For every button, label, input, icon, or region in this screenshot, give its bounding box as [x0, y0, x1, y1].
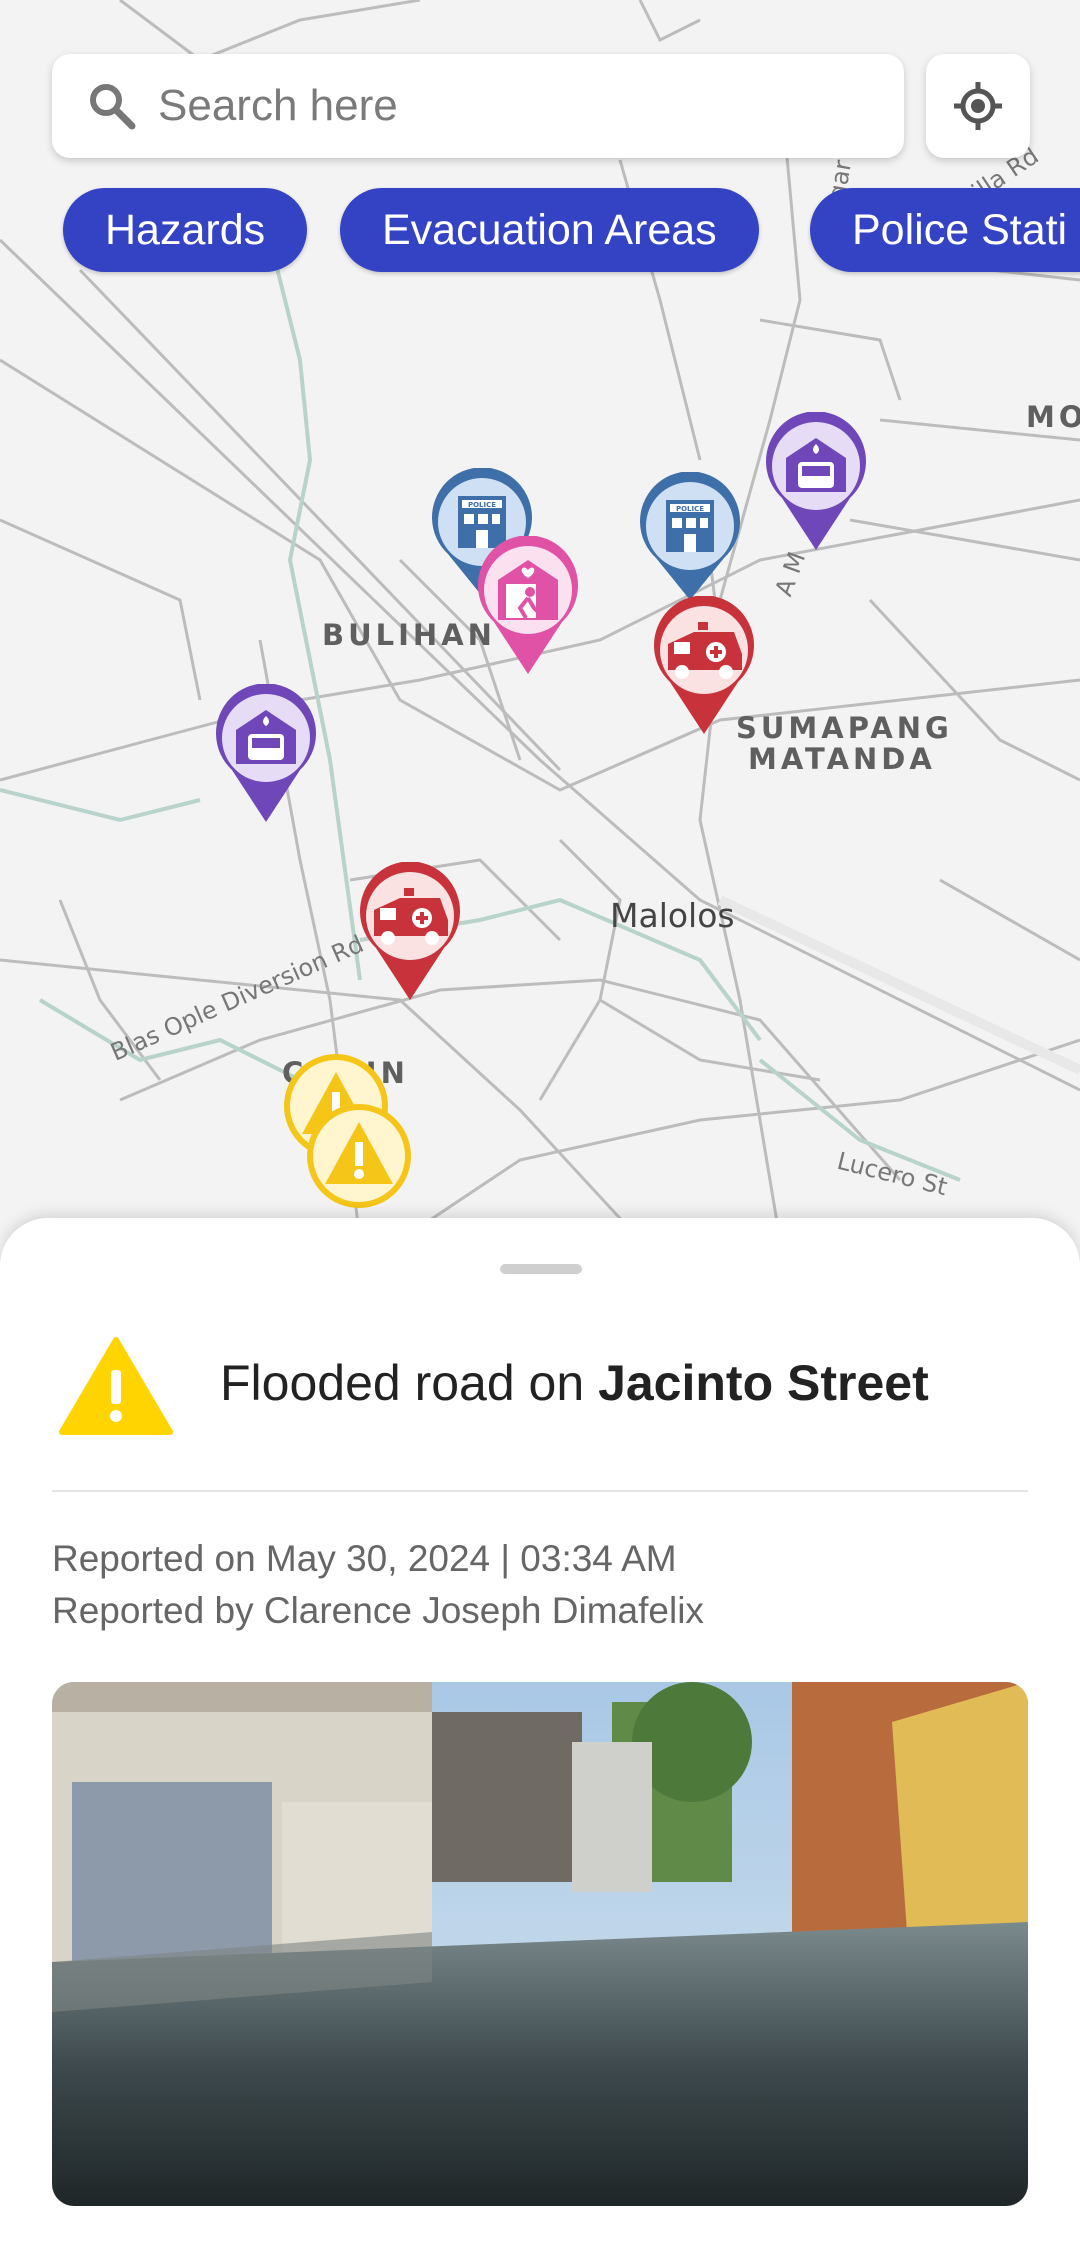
report-photo[interactable] — [52, 1682, 1028, 2206]
hazard-pin[interactable] — [305, 1102, 413, 1227]
search-icon — [90, 84, 136, 130]
sheet-drag-handle[interactable] — [500, 1264, 582, 1274]
ambulance-pin[interactable] — [356, 861, 464, 1007]
flooded-street-photo — [52, 1682, 1028, 2206]
warning-icon — [59, 1337, 173, 1435]
reported-by: Reported by Clarence Joseph Dimafelix — [52, 1590, 704, 1631]
fire-station-pin[interactable] — [762, 411, 870, 557]
reported-on: Reported on May 30, 2024 | 03:34 AM — [52, 1538, 677, 1579]
police-station-pin[interactable]: POLICE — [636, 471, 744, 607]
report-title: Flooded road on Jacinto Street — [220, 1354, 929, 1412]
map-label-matanda: MATANDA — [748, 742, 936, 776]
search-input[interactable]: Search here — [158, 80, 398, 132]
map-label-malolos: Malolos — [610, 896, 735, 935]
divider — [52, 1490, 1028, 1492]
map-label-mo: MO — [1026, 400, 1080, 434]
police-sign: POLICE — [468, 501, 496, 509]
map-label-bulihan: BULIHAN — [322, 618, 496, 652]
police-sign: POLICE — [676, 505, 704, 513]
fire-station-pin[interactable] — [212, 683, 320, 829]
ambulance-pin[interactable] — [650, 595, 758, 741]
filter-chip-police-stations[interactable]: Police Stati — [810, 188, 1080, 272]
map-label-sumapang: SUMAPANG — [736, 711, 953, 745]
my-location-button[interactable] — [926, 54, 1030, 158]
filter-chip-evacuation-areas[interactable]: Evacuation Areas — [340, 188, 759, 272]
evacuation-area-pin[interactable] — [474, 535, 582, 681]
report-bottom-sheet[interactable]: Flooded road on Jacinto Street Reported … — [0, 1218, 1080, 2257]
my-location-icon — [954, 82, 1002, 130]
report-title-street: Jacinto Street — [598, 1355, 929, 1411]
search-bar[interactable]: Search here — [52, 54, 904, 158]
report-title-prefix: Flooded road on — [220, 1355, 599, 1411]
filter-chip-hazards[interactable]: Hazards — [63, 188, 308, 272]
map-view[interactable]: BULIHAN SUMAPANG MATANDA MO C GIN Malolo… — [0, 0, 1080, 1240]
